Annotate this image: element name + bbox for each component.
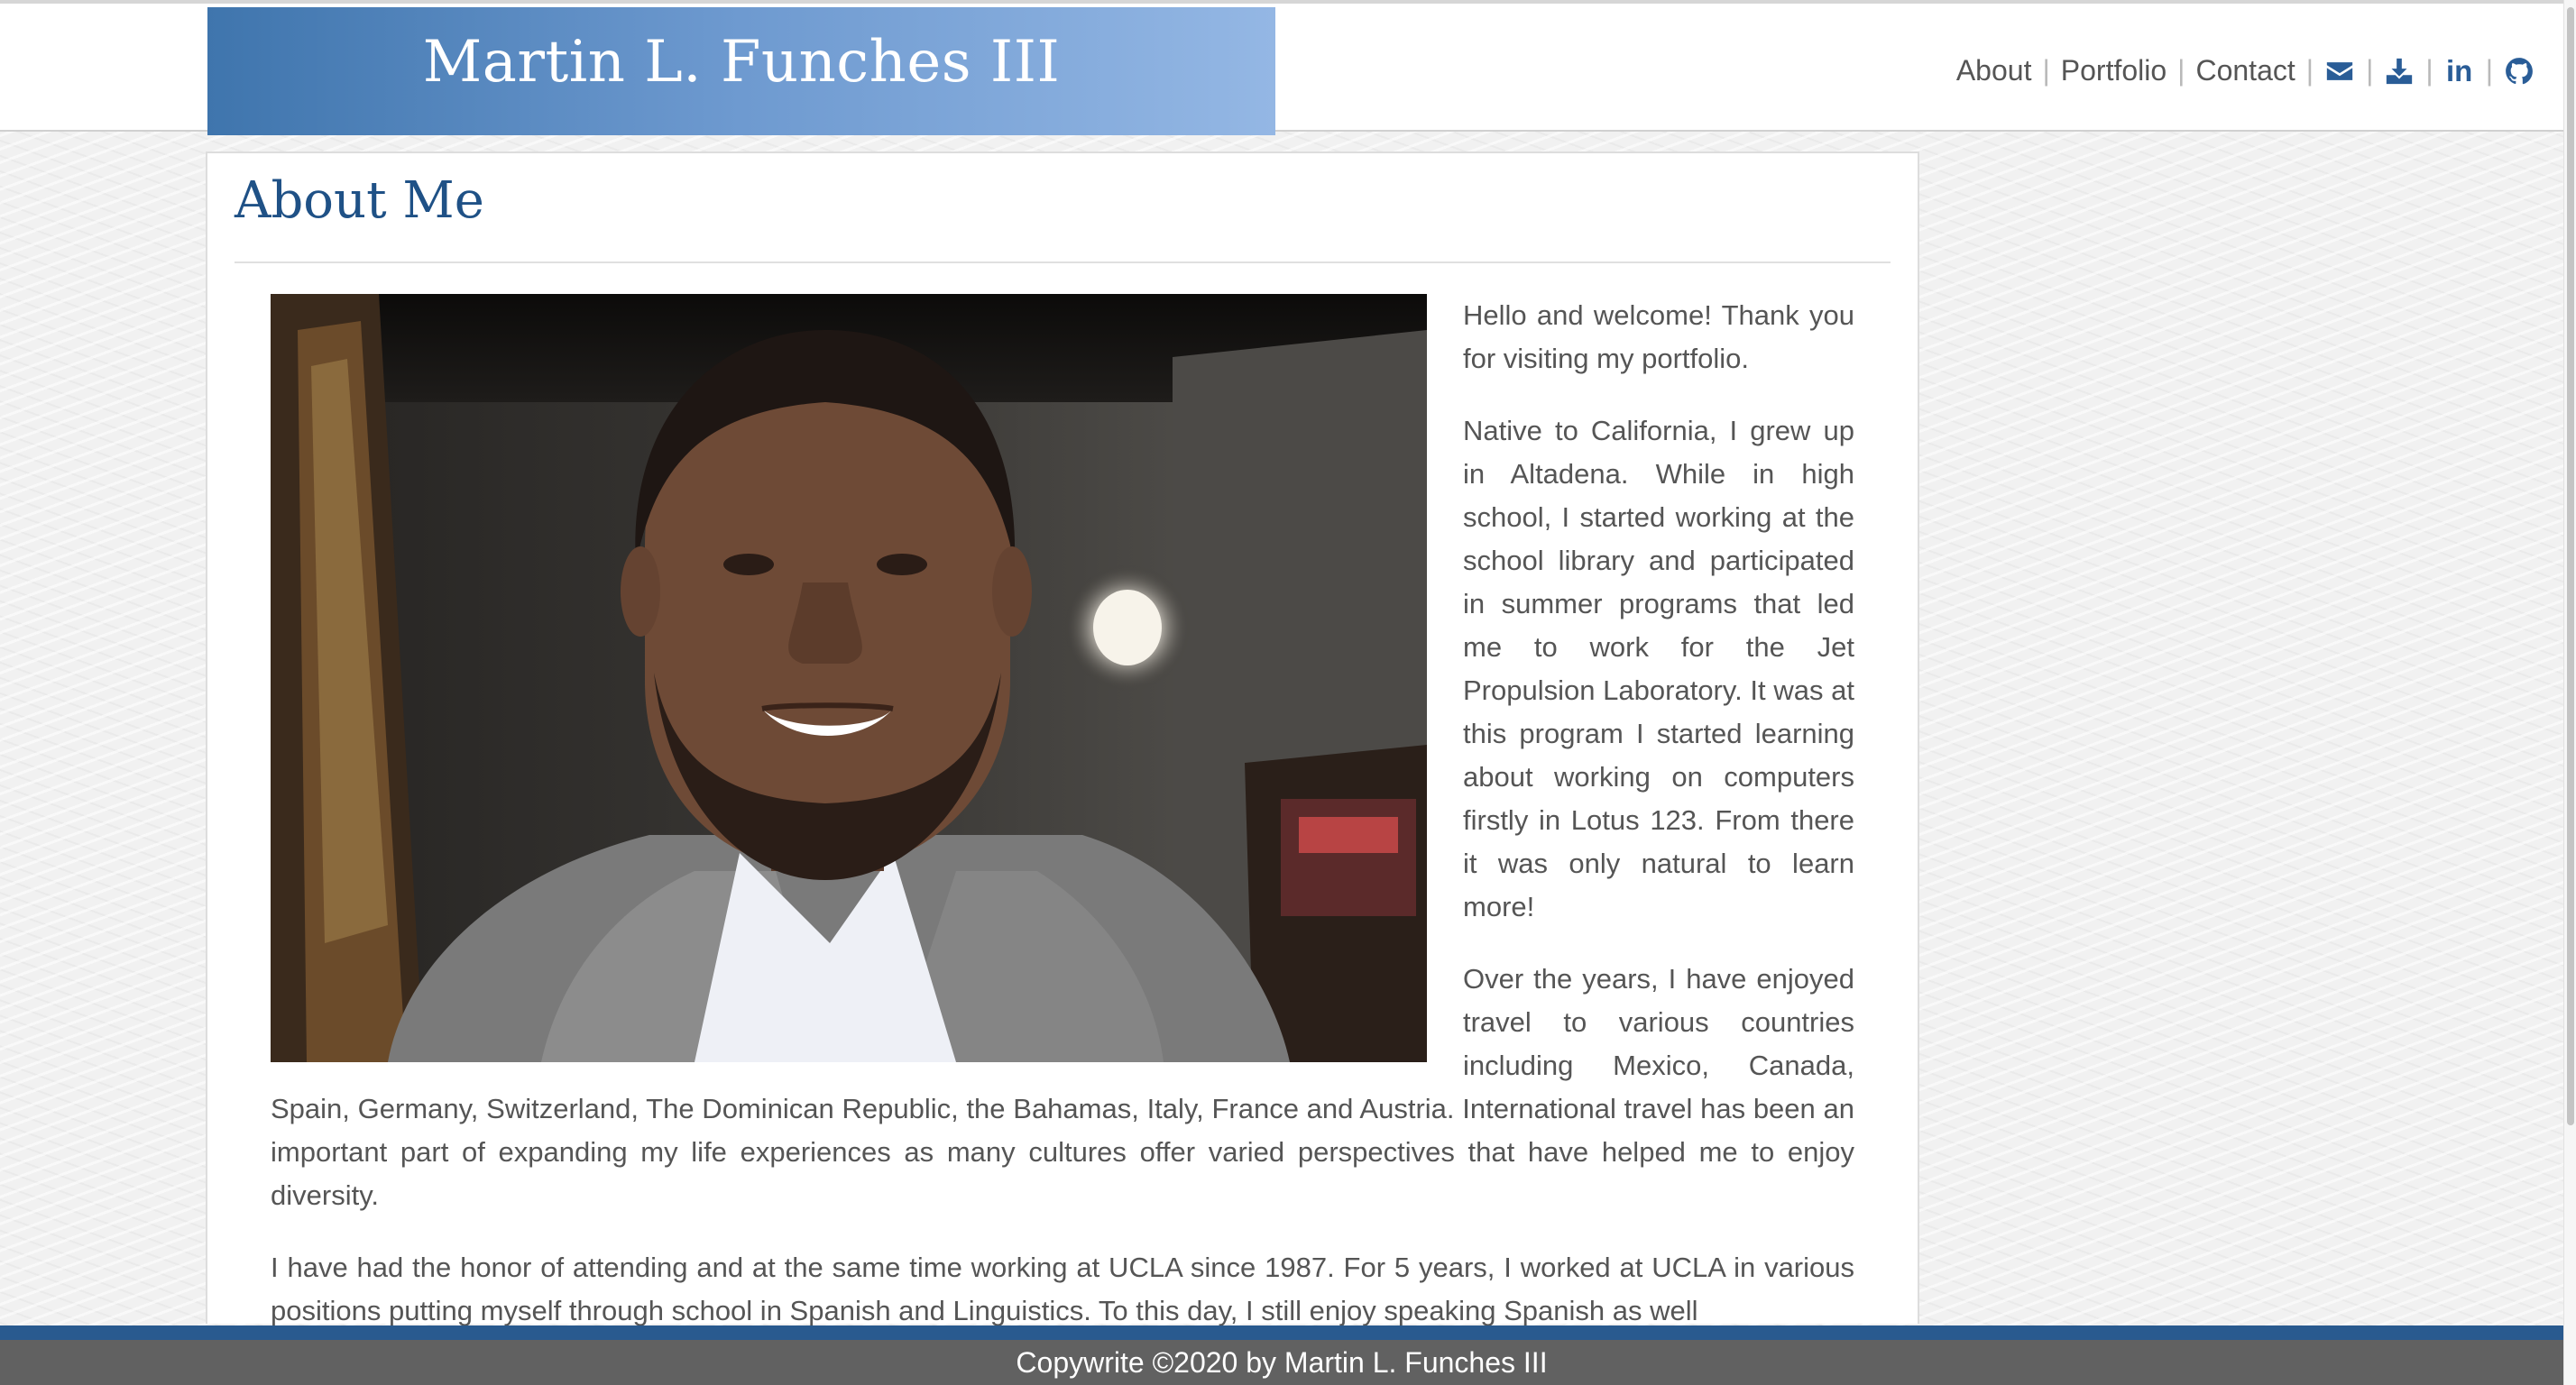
- page-scrollbar[interactable]: [2563, 0, 2576, 1385]
- nav-separator: |: [2425, 54, 2433, 87]
- nav-separator: |: [2366, 54, 2374, 87]
- footer-copyright: Copywrite ©2020 by Martin L. Funches III: [1016, 1346, 1548, 1379]
- profile-photo-illustration: [271, 294, 1427, 1062]
- nav-contact-link[interactable]: Contact: [2195, 54, 2295, 87]
- nav-about-link[interactable]: About: [1956, 54, 2032, 87]
- about-content: Hello and welcome! Thank you for visitin…: [271, 294, 1854, 1362]
- main-nav: About | Portfolio | Contact | | | in |: [1956, 54, 2535, 87]
- nav-separator: |: [2305, 54, 2314, 87]
- github-icon[interactable]: [2504, 56, 2535, 87]
- nav-separator: |: [2485, 54, 2493, 87]
- footer-accent-bar: [0, 1325, 2563, 1340]
- nav-separator: |: [2042, 54, 2050, 87]
- linkedin-icon-text: in: [2446, 53, 2473, 87]
- site-title[interactable]: Martin L. Funches III: [207, 29, 1275, 96]
- nav-portfolio-link[interactable]: Portfolio: [2061, 54, 2167, 87]
- profile-photo: [271, 294, 1427, 1062]
- nav-separator: |: [2177, 54, 2185, 87]
- paragraph-ucla: I have had the honor of attending and at…: [271, 1252, 1854, 1326]
- site-header: Martin L. Funches III About | Portfolio …: [0, 0, 2563, 135]
- page-title: About Me: [235, 171, 484, 230]
- site-footer: Copywrite ©2020 by Martin L. Funches III: [0, 1340, 2563, 1385]
- title-divider: [235, 261, 1891, 263]
- scrollbar-thumb[interactable]: [2567, 7, 2574, 1125]
- linkedin-icon[interactable]: in: [2444, 53, 2475, 87]
- brand-banner[interactable]: Martin L. Funches III: [207, 7, 1275, 135]
- envelope-icon[interactable]: [2324, 56, 2355, 87]
- download-icon[interactable]: [2384, 56, 2415, 87]
- about-card: About Me Hello and welcome! Thank you fo…: [206, 151, 1919, 1326]
